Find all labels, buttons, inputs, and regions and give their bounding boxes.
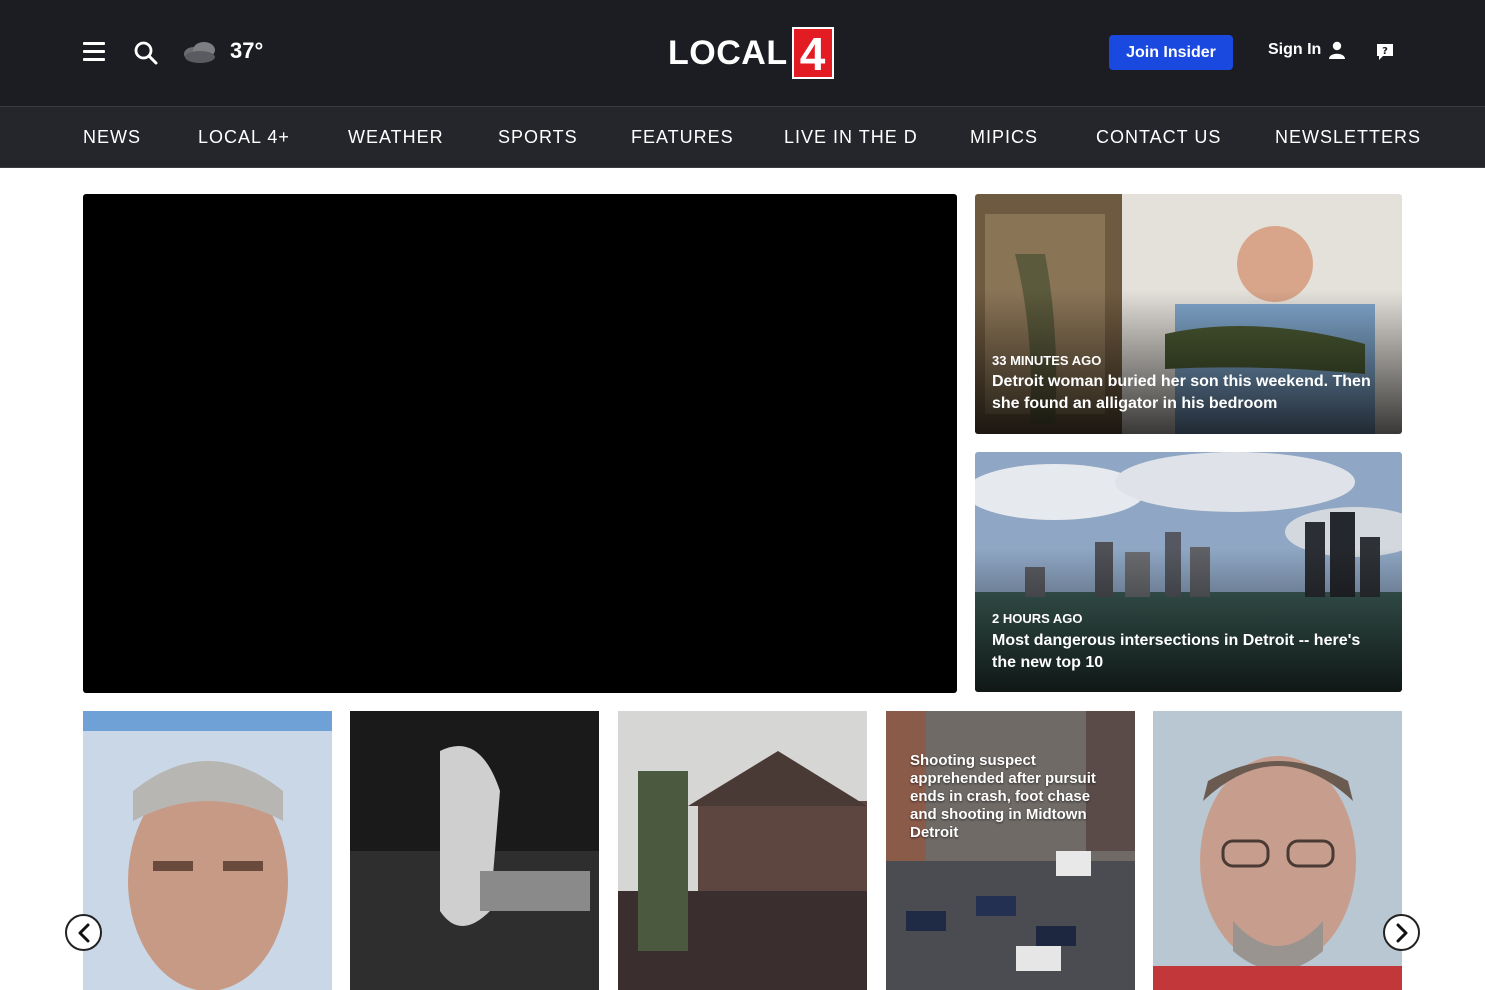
story-image-surveillance [350, 711, 599, 990]
story-time: 33 MINUTES AGO [992, 353, 1102, 368]
temperature[interactable]: 37° [230, 38, 263, 64]
carousel-card-5[interactable] [1153, 711, 1402, 990]
chevron-left-icon [78, 923, 89, 942]
nav-item-mipics[interactable]: MIPICS [970, 127, 1038, 148]
nav-item-newsletters[interactable]: NEWSLETTERS [1275, 127, 1421, 148]
sign-in-button[interactable]: Sign In [1268, 41, 1346, 59]
carousel-prev-button[interactable] [65, 914, 102, 951]
story-image-portrait [83, 711, 332, 990]
carousel-card-3[interactable] [618, 711, 867, 990]
story-time: 2 HOURS AGO [992, 611, 1083, 626]
video-player[interactable] [83, 194, 957, 693]
story-image-building [618, 711, 867, 990]
sign-in-label: Sign In [1268, 41, 1322, 58]
nav-item-sports[interactable]: SPORTS [498, 127, 578, 148]
nav-item-contact-us[interactable]: CONTACT US [1096, 127, 1221, 148]
main-nav: NEWS LOCAL 4+ WEATHER SPORTS FEATURES LI… [0, 106, 1485, 168]
carousel-card-1[interactable] [83, 711, 332, 990]
join-insider-button[interactable]: Join Insider [1109, 35, 1233, 70]
story-headline[interactable]: Most dangerous intersections in Detroit … [992, 630, 1387, 674]
carousel-next-button[interactable] [1383, 914, 1420, 951]
nav-item-news[interactable]: NEWS [83, 127, 141, 148]
nav-item-live-in-the-d[interactable]: LIVE IN THE D [784, 127, 918, 148]
story-image-mugshot [1153, 711, 1402, 990]
user-icon [1329, 41, 1346, 59]
side-story-alligator[interactable]: 33 MINUTES AGO Detroit woman buried her … [975, 194, 1402, 434]
local4-logo[interactable]: LOCAL 4 [668, 26, 834, 80]
nav-item-features[interactable]: FEATURES [631, 127, 734, 148]
card-overlay-headline: Shooting suspect apprehended after pursu… [910, 752, 1096, 841]
story-headline[interactable]: Detroit woman buried her son this weeken… [992, 371, 1387, 415]
chevron-right-icon [1396, 923, 1407, 942]
nav-item-local4plus[interactable]: LOCAL 4+ [198, 127, 290, 148]
top-header: 37° LOCAL 4 Join Insider Sign In ? [0, 0, 1485, 106]
logo-number: 4 [791, 27, 834, 79]
search-icon[interactable] [133, 40, 159, 66]
svg-text:?: ? [1382, 46, 1388, 57]
logo-text: LOCAL [668, 33, 788, 72]
nav-item-weather[interactable]: WEATHER [348, 127, 444, 148]
carousel-card-4[interactable]: Shooting suspect apprehended after pursu… [886, 711, 1135, 990]
hamburger-menu-icon[interactable] [83, 42, 105, 62]
cloudy-icon[interactable] [180, 38, 220, 66]
side-story-intersections[interactable]: 2 HOURS AGO Most dangerous intersections… [975, 452, 1402, 692]
carousel-card-2[interactable] [350, 711, 599, 990]
feedback-icon[interactable]: ? [1375, 42, 1395, 62]
